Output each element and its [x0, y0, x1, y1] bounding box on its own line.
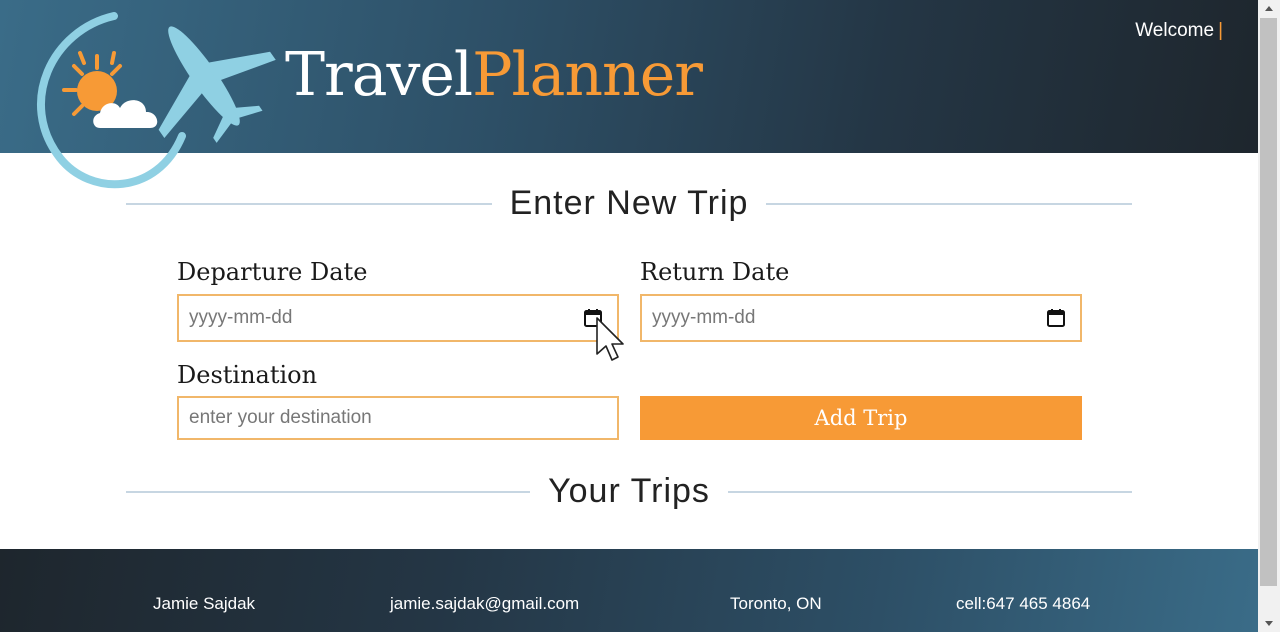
return-date-label: Return Date — [640, 258, 790, 286]
divider-line — [126, 202, 492, 205]
welcome-divider: | — [1218, 20, 1223, 41]
section-title: Enter New Trip — [509, 184, 749, 222]
mouse-cursor-icon — [596, 317, 624, 361]
welcome-text[interactable]: Welcome | — [1135, 20, 1223, 42]
brand-part-travel: Travel — [285, 40, 473, 110]
footer-location: Toronto, ON — [730, 594, 822, 613]
return-date-input[interactable]: yyyy-mm-dd — [640, 294, 1082, 342]
add-trip-button[interactable]: Add Trip — [640, 396, 1082, 440]
divider-line — [727, 490, 1133, 493]
vertical-scrollbar[interactable] — [1258, 0, 1280, 632]
divider-line — [766, 202, 1133, 205]
departure-date-input[interactable]: yyyy-mm-dd — [177, 294, 619, 342]
scroll-down-arrow-icon[interactable] — [1265, 621, 1273, 626]
scrollbar-thumb[interactable] — [1260, 18, 1277, 586]
destination-label: Destination — [177, 361, 318, 389]
footer-email[interactable]: jamie.sajdak@gmail.com — [390, 594, 579, 614]
section-title: Your Trips — [548, 472, 710, 510]
destination-input[interactable]: enter your destination — [177, 396, 619, 440]
page: TravelPlanner Welcome | Enter New Trip De… — [0, 0, 1258, 632]
footer-cell: cell:647 465 4864 — [956, 594, 1091, 613]
section-your-trips: Your Trips — [126, 472, 1133, 511]
departure-date-label: Departure Date — [177, 258, 368, 286]
departure-date-placeholder: yyyy-mm-dd — [189, 307, 293, 328]
divider-line — [126, 490, 531, 493]
welcome-label: Welcome — [1135, 20, 1215, 41]
scroll-up-arrow-icon[interactable] — [1265, 6, 1273, 11]
return-date-placeholder: yyyy-mm-dd — [652, 307, 756, 328]
destination-placeholder: enter your destination — [189, 407, 372, 428]
brand-part-planner: Planner — [472, 40, 703, 110]
logo-plane-sun-cloud-icon — [37, 12, 276, 189]
calendar-icon[interactable] — [1046, 308, 1066, 328]
footer: Jamie Sajdak jamie.sajdak@gmail.com Toro… — [0, 549, 1258, 632]
brand-title: TravelPlanner — [285, 40, 703, 110]
footer-name: Jamie Sajdak — [153, 594, 256, 613]
